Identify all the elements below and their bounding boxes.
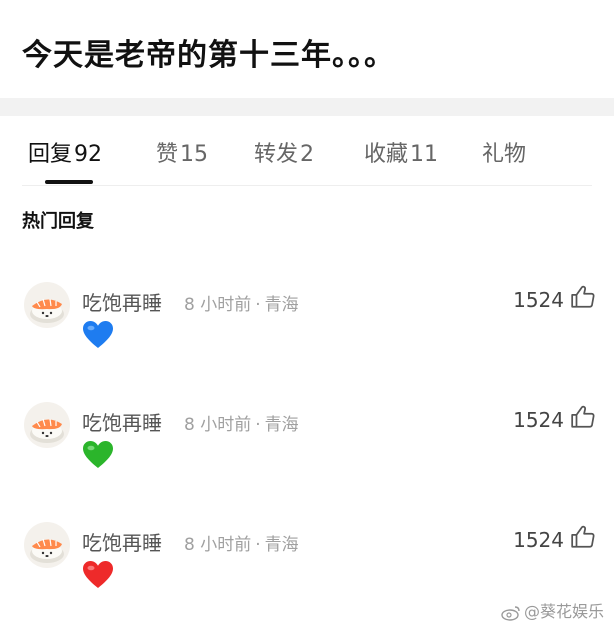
comment-meta: 8 小时前 · 青海 xyxy=(184,290,299,315)
tab-likes[interactable]: 赞15 xyxy=(156,136,208,168)
weibo-icon xyxy=(501,605,520,621)
comment-username[interactable]: 吃饱再睡 xyxy=(82,287,162,316)
sushi-avatar-icon xyxy=(30,298,64,323)
like-count: 1524 xyxy=(513,528,564,552)
green-heart-icon xyxy=(83,441,113,468)
sushi-avatar-icon xyxy=(30,538,64,563)
tab-favorites[interactable]: 收藏11 xyxy=(364,136,438,168)
meta-separator: · xyxy=(255,295,261,315)
hot-replies-heading: 热门回复 xyxy=(22,211,94,232)
blue-heart-icon xyxy=(83,321,113,348)
watermark-text: @葵花娱乐 xyxy=(523,602,604,621)
comment-time: 8 小时前 xyxy=(184,415,252,435)
tab-favorites-label: 收藏 xyxy=(364,142,409,167)
tab-reposts[interactable]: 转发2 xyxy=(254,136,314,168)
tabs-divider xyxy=(22,185,592,186)
tab-replies-count: 92 xyxy=(74,142,103,167)
red-heart-icon xyxy=(83,561,113,588)
avatar[interactable] xyxy=(24,402,70,448)
sushi-avatar-icon xyxy=(30,418,64,443)
comment-time: 8 小时前 xyxy=(184,535,252,555)
avatar[interactable] xyxy=(24,282,70,328)
comment-location: 青海 xyxy=(264,295,299,315)
comment-location: 青海 xyxy=(264,535,299,555)
comment-username[interactable]: 吃饱再睡 xyxy=(82,407,162,436)
like-count: 1524 xyxy=(513,408,564,432)
comment-item: 吃饱再睡 8 小时前 · 青海 1524 xyxy=(0,282,614,392)
watermark: @葵花娱乐 xyxy=(501,598,604,622)
tab-replies[interactable]: 回复92 xyxy=(28,136,102,168)
meta-separator: · xyxy=(255,535,261,555)
comment-username[interactable]: 吃饱再睡 xyxy=(82,527,162,556)
comment-meta: 8 小时前 · 青海 xyxy=(184,410,299,435)
comment-time: 8 小时前 xyxy=(184,295,252,315)
tab-favorites-count: 11 xyxy=(410,142,439,167)
thumbs-up-icon[interactable] xyxy=(570,284,596,310)
tab-gifts[interactable]: 礼物 xyxy=(482,136,526,168)
meta-separator: · xyxy=(255,415,261,435)
thumbs-up-icon[interactable] xyxy=(570,404,596,430)
tab-replies-label: 回复 xyxy=(28,142,73,167)
active-tab-indicator xyxy=(45,180,93,184)
thumbs-up-icon[interactable] xyxy=(570,524,596,550)
comment-item: 吃饱再睡 8 小时前 · 青海 1524 xyxy=(0,402,614,512)
tab-likes-count: 15 xyxy=(180,142,209,167)
like-count: 1524 xyxy=(513,288,564,312)
avatar[interactable] xyxy=(24,522,70,568)
tab-reposts-count: 2 xyxy=(300,142,315,167)
comment-location: 青海 xyxy=(264,415,299,435)
tab-reposts-label: 转发 xyxy=(254,142,299,167)
comment-meta: 8 小时前 · 青海 xyxy=(184,530,299,555)
post-title: 今天是老帝的第十三年。。。 xyxy=(22,38,395,73)
section-divider xyxy=(0,98,614,116)
tab-likes-label: 赞 xyxy=(156,142,179,167)
tab-gifts-label: 礼物 xyxy=(482,142,527,167)
interaction-tabs: 回复92 赞15 转发2 收藏11 礼物 xyxy=(0,116,614,186)
